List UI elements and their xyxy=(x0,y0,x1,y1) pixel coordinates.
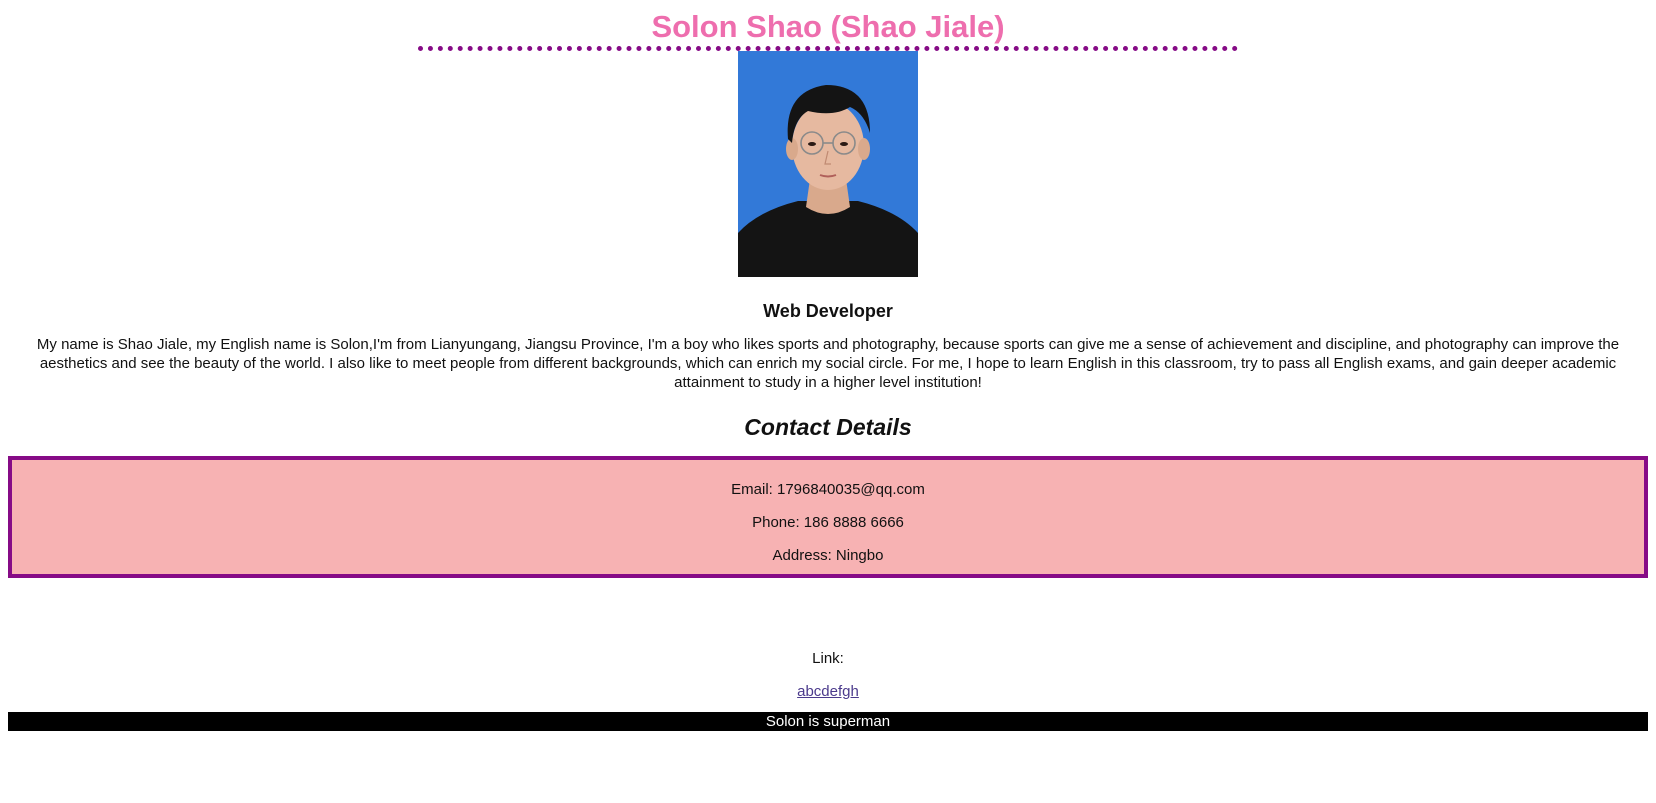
page-title: Solon Shao (Shao Jiale) xyxy=(651,9,1005,44)
portrait-icon xyxy=(738,51,918,277)
bio-paragraph: My name is Shao Jiale, my English name i… xyxy=(36,336,1620,391)
role-title: Web Developer xyxy=(763,301,893,321)
link-section: Link: abcdefgh xyxy=(8,649,1648,702)
contact-address: Address: Ningbo xyxy=(772,547,884,564)
profile-photo xyxy=(738,51,918,277)
footer: Solon is superman xyxy=(8,712,1648,731)
contact-box: Email: 1796840035@qq.com Phone: 186 8888… xyxy=(8,456,1648,578)
link-label: Link: xyxy=(812,650,844,667)
contact-phone: Phone: 186 8888 6666 xyxy=(752,514,904,531)
photo-container xyxy=(8,51,1648,277)
contact-email: Email: 1796840035@qq.com xyxy=(731,481,925,498)
external-link[interactable]: abcdefgh xyxy=(797,683,859,700)
header: Solon Shao (Shao Jiale) xyxy=(8,0,1648,46)
contact-heading: Contact Details xyxy=(744,414,912,440)
page: Solon Shao (Shao Jiale) Web Developer My… xyxy=(0,0,1656,803)
